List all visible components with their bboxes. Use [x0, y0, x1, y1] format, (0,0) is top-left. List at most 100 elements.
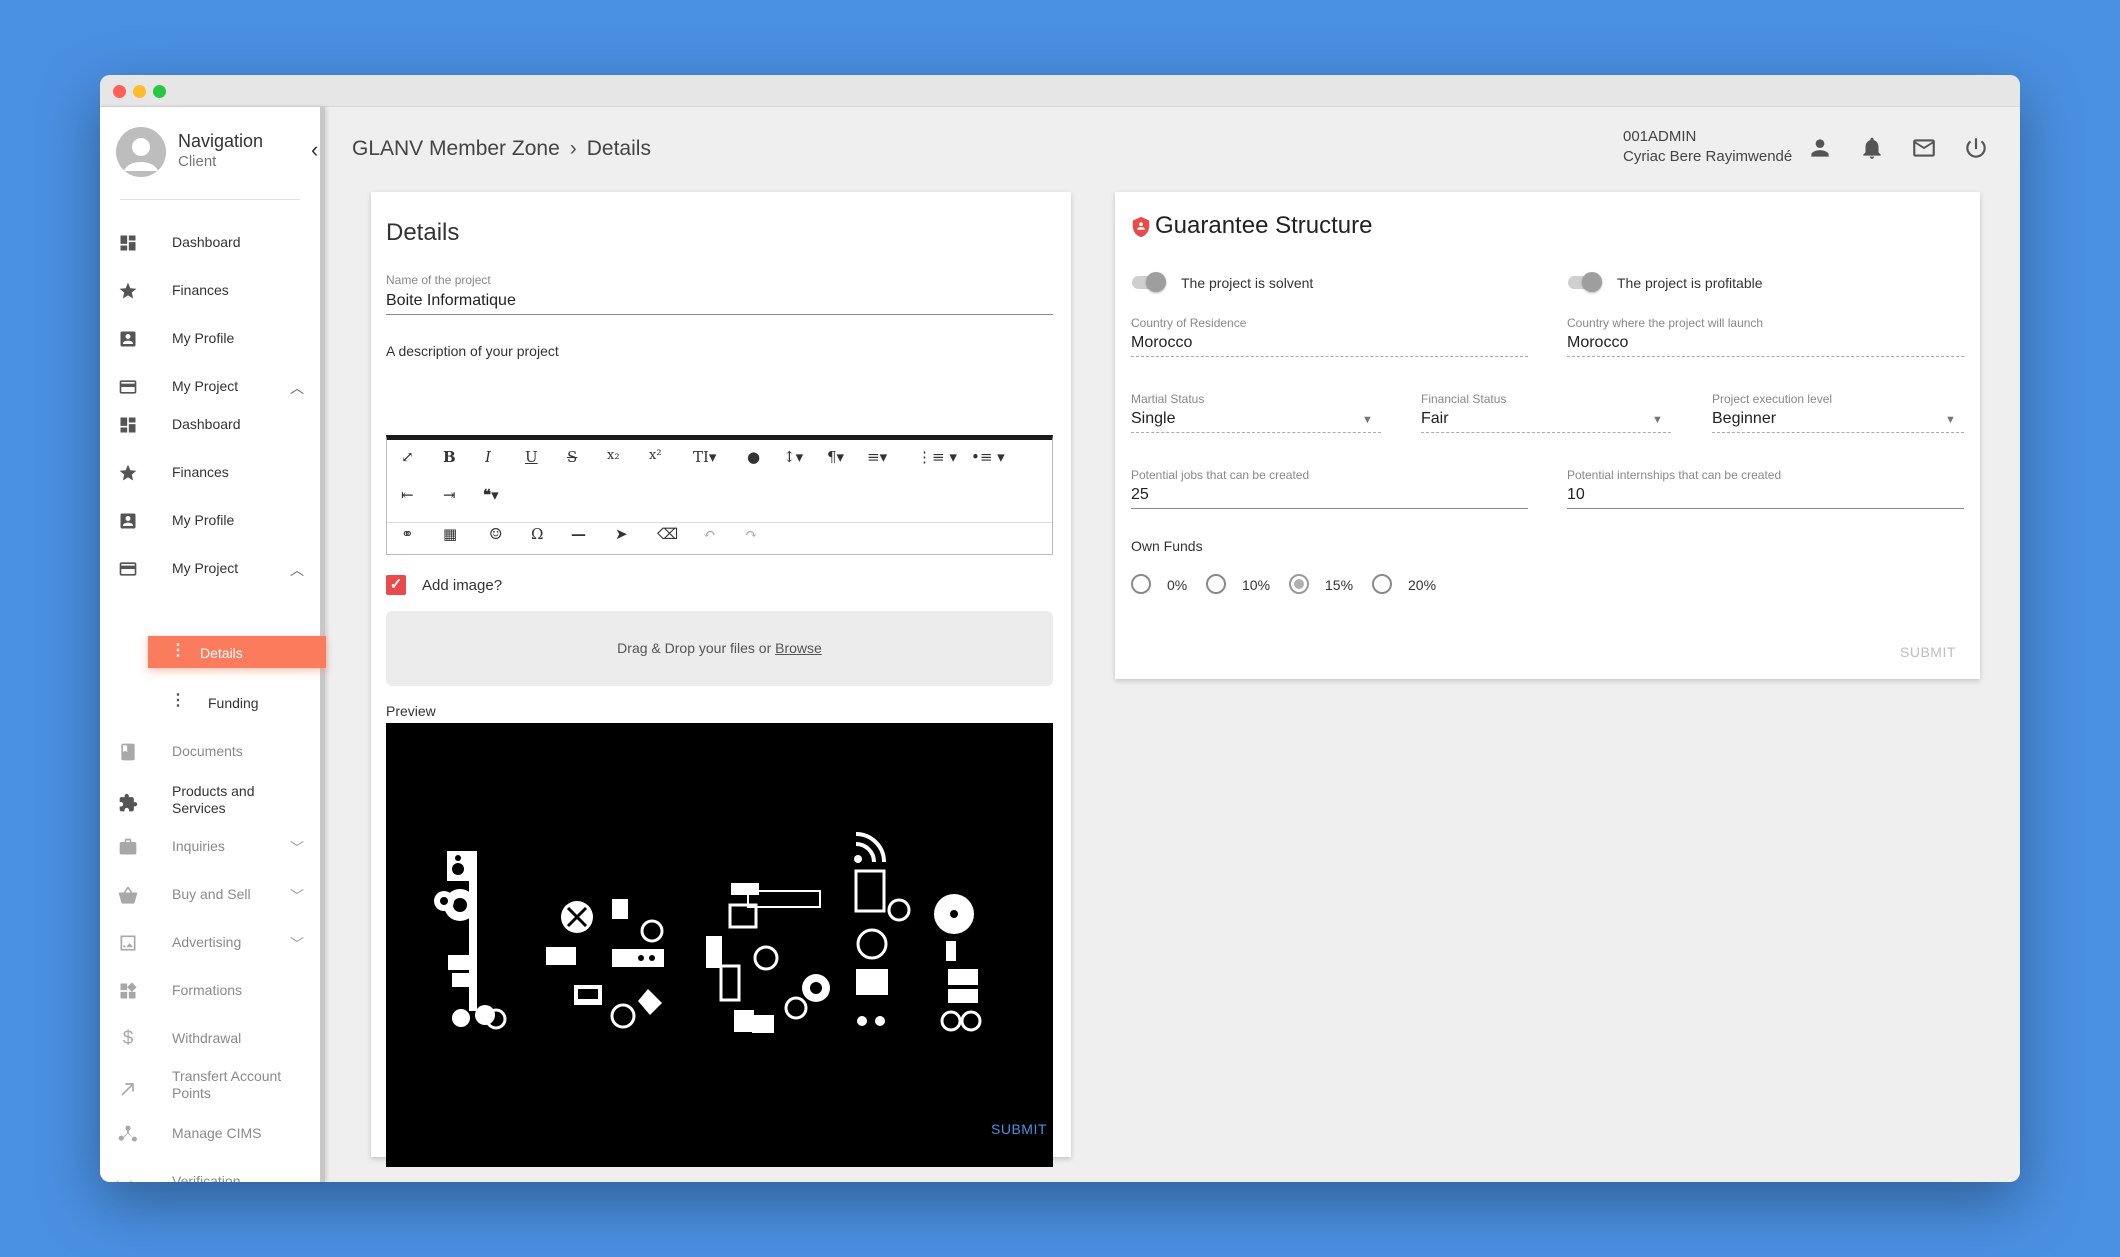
font-size-icon[interactable]: TI▾ — [693, 448, 716, 466]
app-window: Navigation Client ‹ Dashboard Finances M… — [100, 75, 2020, 1182]
unordered-list-icon[interactable]: •≡ ▾ — [971, 448, 1005, 466]
sidebar-item-label: Products and Services — [172, 783, 255, 816]
sidebar-item-advertising[interactable]: Advertising ﹀ — [100, 926, 320, 960]
sidebar-item-my-profile[interactable]: My Profile — [100, 504, 320, 538]
dropdown-arrow-icon[interactable]: ▼ — [1945, 414, 1956, 426]
special-char-icon[interactable]: Ω — [531, 525, 543, 543]
account-box-icon — [120, 513, 136, 529]
bold-icon[interactable]: B — [443, 448, 456, 466]
sidebar-item-label: Documents — [172, 743, 243, 759]
input-underline — [1131, 356, 1528, 357]
sidebar-subitem-funding[interactable]: ⋮ Funding — [148, 686, 326, 718]
country-residence-input[interactable]: Morocco — [1131, 334, 1192, 352]
sidebar-item-withdrawal[interactable]: $ Withdrawal — [100, 1022, 320, 1056]
sidebar-item-transfert-account-points[interactable]: Transfert Account Points — [100, 1068, 320, 1108]
financial-status-select[interactable]: Fair — [1421, 410, 1449, 428]
own-funds-radio-10[interactable] — [1206, 574, 1226, 594]
emoji-icon[interactable]: ☺ — [489, 525, 502, 543]
sidebar-item-inquiries[interactable]: Inquiries ﹀ — [100, 830, 320, 864]
add-image-checkbox[interactable]: ✓ — [386, 575, 406, 595]
avatar[interactable] — [116, 127, 166, 177]
execution-level-select[interactable]: Beginner — [1712, 410, 1776, 428]
sidebar-item-label: Dashboard — [172, 234, 241, 250]
sidebar-item-dashboard[interactable]: Dashboard — [100, 408, 320, 442]
own-funds-radio-15[interactable] — [1289, 574, 1309, 594]
collapse-sidebar-button[interactable]: ‹ — [311, 139, 318, 161]
power-icon[interactable] — [1963, 135, 1989, 161]
horizontal-rule-icon[interactable]: — — [571, 525, 586, 543]
own-funds-radio-0[interactable] — [1131, 574, 1151, 594]
quote-icon[interactable]: ❝▾ — [483, 486, 499, 504]
link-icon[interactable]: ⚭ — [401, 525, 414, 543]
arrow-up-right-icon — [121, 1083, 134, 1096]
redo-icon[interactable]: ↷ — [745, 525, 758, 543]
sidebar-item-products-and-services[interactable]: Products and Services — [100, 783, 320, 823]
fullscreen-icon[interactable]: ⤢ — [401, 448, 414, 466]
dashboard-icon — [120, 235, 136, 251]
sidebar-item-dashboard[interactable]: Dashboard — [100, 226, 320, 260]
credit-card-icon — [119, 380, 137, 394]
undo-icon[interactable]: ↶ — [703, 525, 716, 543]
input-underline — [1712, 432, 1964, 433]
sidebar-item-formations[interactable]: Formations — [100, 974, 320, 1008]
browse-link[interactable]: Browse — [775, 640, 822, 656]
jobs-input[interactable]: 25 — [1131, 486, 1149, 504]
own-funds-option-label: 15% — [1325, 577, 1354, 593]
own-funds-radio-20[interactable] — [1372, 574, 1392, 594]
profitable-toggle[interactable] — [1568, 271, 1606, 293]
solvent-toggle[interactable] — [1132, 271, 1170, 293]
minimize-window-button[interactable] — [133, 85, 146, 98]
details-submit-button[interactable]: SUBMIT — [991, 1121, 1047, 1137]
sidebar-item-finances[interactable]: Finances — [100, 456, 320, 490]
eraser-icon[interactable]: ⌫ — [657, 525, 678, 543]
editor-toolbar-row: ⇤ ⇥ ❝▾ — [387, 478, 1052, 516]
sidebar-item-my-profile[interactable]: My Profile — [100, 322, 320, 356]
ordered-list-icon[interactable]: ⋮≡ ▾ — [917, 448, 957, 466]
internships-input[interactable]: 10 — [1567, 486, 1585, 504]
underline-icon[interactable]: U — [525, 448, 538, 466]
sidebar-item-label: My Project — [172, 378, 239, 394]
guarantee-submit-button[interactable]: SUBMIT — [1900, 644, 1956, 660]
project-name-input[interactable]: Boite Informatique — [386, 292, 516, 310]
select-pointer-icon[interactable]: ➤ — [615, 525, 628, 543]
paragraph-icon[interactable]: ¶▾ — [827, 448, 844, 466]
color-drop-icon[interactable]: ● — [747, 448, 760, 466]
rich-text-editor[interactable]: ⤢ B I U S x₂ x² TI▾ ● ↕▾ ¶▾ ≡▾ ⋮≡ ▾ •≡ ▾… — [386, 435, 1053, 555]
dropdown-arrow-icon[interactable]: ▼ — [1652, 414, 1663, 426]
indent-icon[interactable]: ⇥ — [443, 486, 456, 504]
maximize-window-button[interactable] — [153, 85, 166, 98]
marital-status-select[interactable]: Single — [1131, 410, 1175, 428]
mail-icon[interactable] — [1911, 135, 1937, 161]
line-height-icon[interactable]: ↕▾ — [783, 448, 803, 466]
sidebar-subitem-details[interactable]: ⋮ Details — [148, 636, 326, 668]
sidebar-item-my-project[interactable]: My Project ︿ — [100, 370, 320, 404]
table-icon[interactable]: ▦ — [443, 525, 457, 543]
person-icon[interactable] — [1807, 135, 1833, 161]
sidebar-item-verification[interactable]: ‹··› Verification — [100, 1165, 320, 1182]
bell-icon[interactable] — [1859, 135, 1885, 161]
file-dropzone[interactable]: Drag & Drop your files or Browse — [386, 611, 1053, 686]
italic-icon[interactable]: I — [485, 448, 491, 466]
superscript-icon[interactable]: x² — [649, 448, 662, 463]
sidebar-item-label: Finances — [172, 282, 229, 298]
sidebar-item-buy-and-sell[interactable]: Buy and Sell ﹀ — [100, 878, 320, 912]
briefcase-icon — [119, 838, 137, 855]
preview-image — [386, 723, 1053, 1167]
solvent-toggle-label: The project is solvent — [1181, 275, 1314, 291]
sidebar-item-manage-cims[interactable]: Manage CIMS — [100, 1117, 320, 1151]
sidebar-item-my-project[interactable]: My Project ︿ — [100, 552, 320, 586]
dropdown-arrow-icon[interactable]: ▼ — [1362, 414, 1373, 426]
breadcrumb-root[interactable]: GLANV Member Zone — [352, 137, 560, 161]
guarantee-title: Guarantee Structure — [1155, 212, 1373, 239]
sidebar-item-finances[interactable]: Finances — [100, 274, 320, 308]
code-icon: ‹··› — [115, 1174, 134, 1182]
toggle-knob — [1582, 272, 1602, 292]
strikethrough-icon[interactable]: S — [567, 448, 577, 466]
align-icon[interactable]: ≡▾ — [867, 448, 887, 466]
sidebar-item-documents[interactable]: Documents — [100, 735, 320, 769]
shield-icon — [1132, 216, 1150, 238]
close-window-button[interactable] — [113, 85, 126, 98]
outdent-icon[interactable]: ⇤ — [401, 486, 414, 504]
country-launch-input[interactable]: Morocco — [1567, 334, 1628, 352]
subscript-icon[interactable]: x₂ — [607, 448, 620, 463]
